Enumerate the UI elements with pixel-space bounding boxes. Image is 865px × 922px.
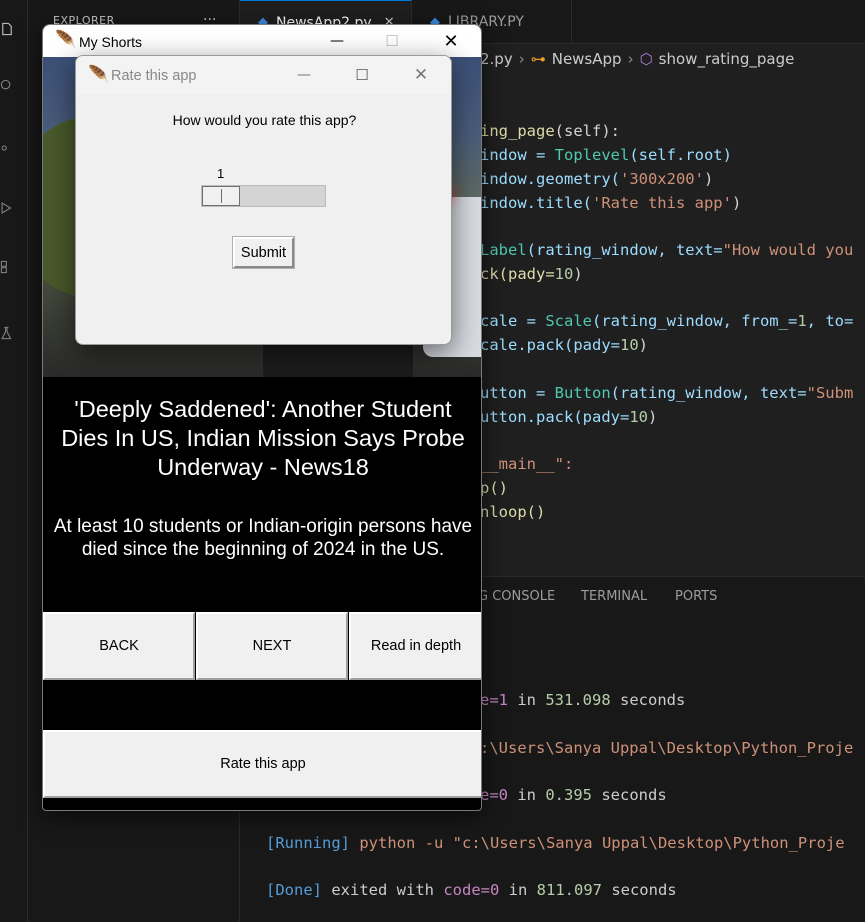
code-line: p() bbox=[480, 479, 508, 497]
tab-terminal[interactable]: TERMINAL bbox=[581, 589, 647, 604]
extensions-icon[interactable] bbox=[0, 256, 14, 278]
tk-feather-icon: 🪶 bbox=[55, 30, 77, 49]
close-icon[interactable]: ✕ bbox=[409, 63, 433, 87]
submit-button[interactable]: Submit bbox=[232, 236, 295, 269]
window-title: My Shorts bbox=[79, 34, 143, 50]
explorer-icon[interactable] bbox=[0, 18, 14, 40]
search-icon[interactable] bbox=[0, 75, 14, 97]
breadcrumb-method[interactable]: show_rating_page bbox=[659, 50, 795, 68]
scale-slider-handle[interactable] bbox=[202, 186, 240, 206]
source-control-icon[interactable] bbox=[0, 137, 14, 159]
maximize-icon[interactable]: ☐ bbox=[380, 29, 404, 53]
back-button[interactable]: BACK bbox=[43, 612, 195, 680]
code-line: cale.pack(pady=10) bbox=[480, 336, 648, 354]
chevron-right-icon: › bbox=[518, 50, 525, 68]
code-line: indow.geometry('300x200') bbox=[480, 170, 714, 188]
tab-debug-console[interactable]: G CONSOLE bbox=[478, 589, 555, 604]
scale-value-label: 1 bbox=[217, 166, 225, 181]
minimize-icon[interactable]: — bbox=[292, 63, 316, 87]
terminal-line: e=1 in 531.098 seconds bbox=[480, 691, 686, 709]
tab-ports[interactable]: PORTS bbox=[675, 589, 717, 604]
dialog-titlebar[interactable]: 🪶 Rate this app — ☐ ✕ bbox=[76, 56, 451, 94]
dialog-title: Rate this app bbox=[111, 68, 197, 84]
minimize-icon[interactable]: — bbox=[325, 29, 349, 53]
terminal-line: [Running] python -u "c:\Users\Sanya Uppa… bbox=[266, 834, 845, 852]
method-icon: ⬡ bbox=[639, 50, 653, 68]
news-summary: At least 10 students or Indian-origin pe… bbox=[53, 516, 473, 560]
window-titlebar[interactable]: 🪶 My Shorts — ☐ ✕ bbox=[43, 25, 481, 57]
code-line: utton = Button(rating_window, text="Subm bbox=[480, 384, 854, 402]
code-line: utton.pack(pady=10) bbox=[480, 408, 658, 426]
breadcrumb-class[interactable]: NewsApp bbox=[552, 50, 622, 68]
code-line: indow.title('Rate this app') bbox=[480, 194, 742, 212]
headline-area: 'Deeply Saddened': Another Student Dies … bbox=[43, 377, 481, 611]
rate-app-button[interactable]: Rate this app bbox=[43, 730, 481, 798]
testing-flask-icon[interactable] bbox=[0, 322, 14, 344]
code-line: Label(rating_window, text="How would you bbox=[480, 241, 854, 259]
code-line: cale = Scale(rating_window, from_=1, to= bbox=[480, 312, 854, 330]
news-headline: 'Deeply Saddened': Another Student Dies … bbox=[61, 396, 465, 480]
read-in-depth-button[interactable]: Read in depth bbox=[349, 612, 481, 680]
code-line: nloop() bbox=[480, 503, 546, 521]
code-line: ck(pady=10) bbox=[480, 265, 583, 283]
breadcrumb-file[interactable]: 2.py bbox=[480, 50, 513, 68]
code-line: __main__": bbox=[480, 455, 574, 473]
class-icon: ⊶ bbox=[530, 50, 546, 68]
rate-app-dialog: 🪶 Rate this app — ☐ ✕ How would you rate… bbox=[75, 55, 452, 345]
next-button[interactable]: NEXT bbox=[196, 612, 348, 680]
terminal-line: :\Users\Sanya Uppal\Desktop\Python_Proje bbox=[480, 739, 854, 757]
close-icon[interactable]: ✕ bbox=[439, 29, 463, 53]
rating-scale[interactable] bbox=[201, 185, 326, 207]
tk-feather-icon: 🪶 bbox=[88, 65, 110, 84]
rating-question: How would you rate this app? bbox=[172, 112, 357, 128]
code-line: ing_page(self): bbox=[480, 122, 620, 140]
terminal-line: e=0 in 0.395 seconds bbox=[480, 786, 667, 804]
chevron-right-icon: › bbox=[627, 50, 634, 68]
maximize-icon[interactable]: ☐ bbox=[350, 63, 374, 87]
activity-bar bbox=[0, 0, 28, 922]
run-debug-icon[interactable] bbox=[0, 197, 14, 219]
code-line: indow = Toplevel(self.root) bbox=[480, 146, 732, 164]
terminal-line: [Done] exited with code=0 in 811.097 sec… bbox=[266, 881, 677, 899]
